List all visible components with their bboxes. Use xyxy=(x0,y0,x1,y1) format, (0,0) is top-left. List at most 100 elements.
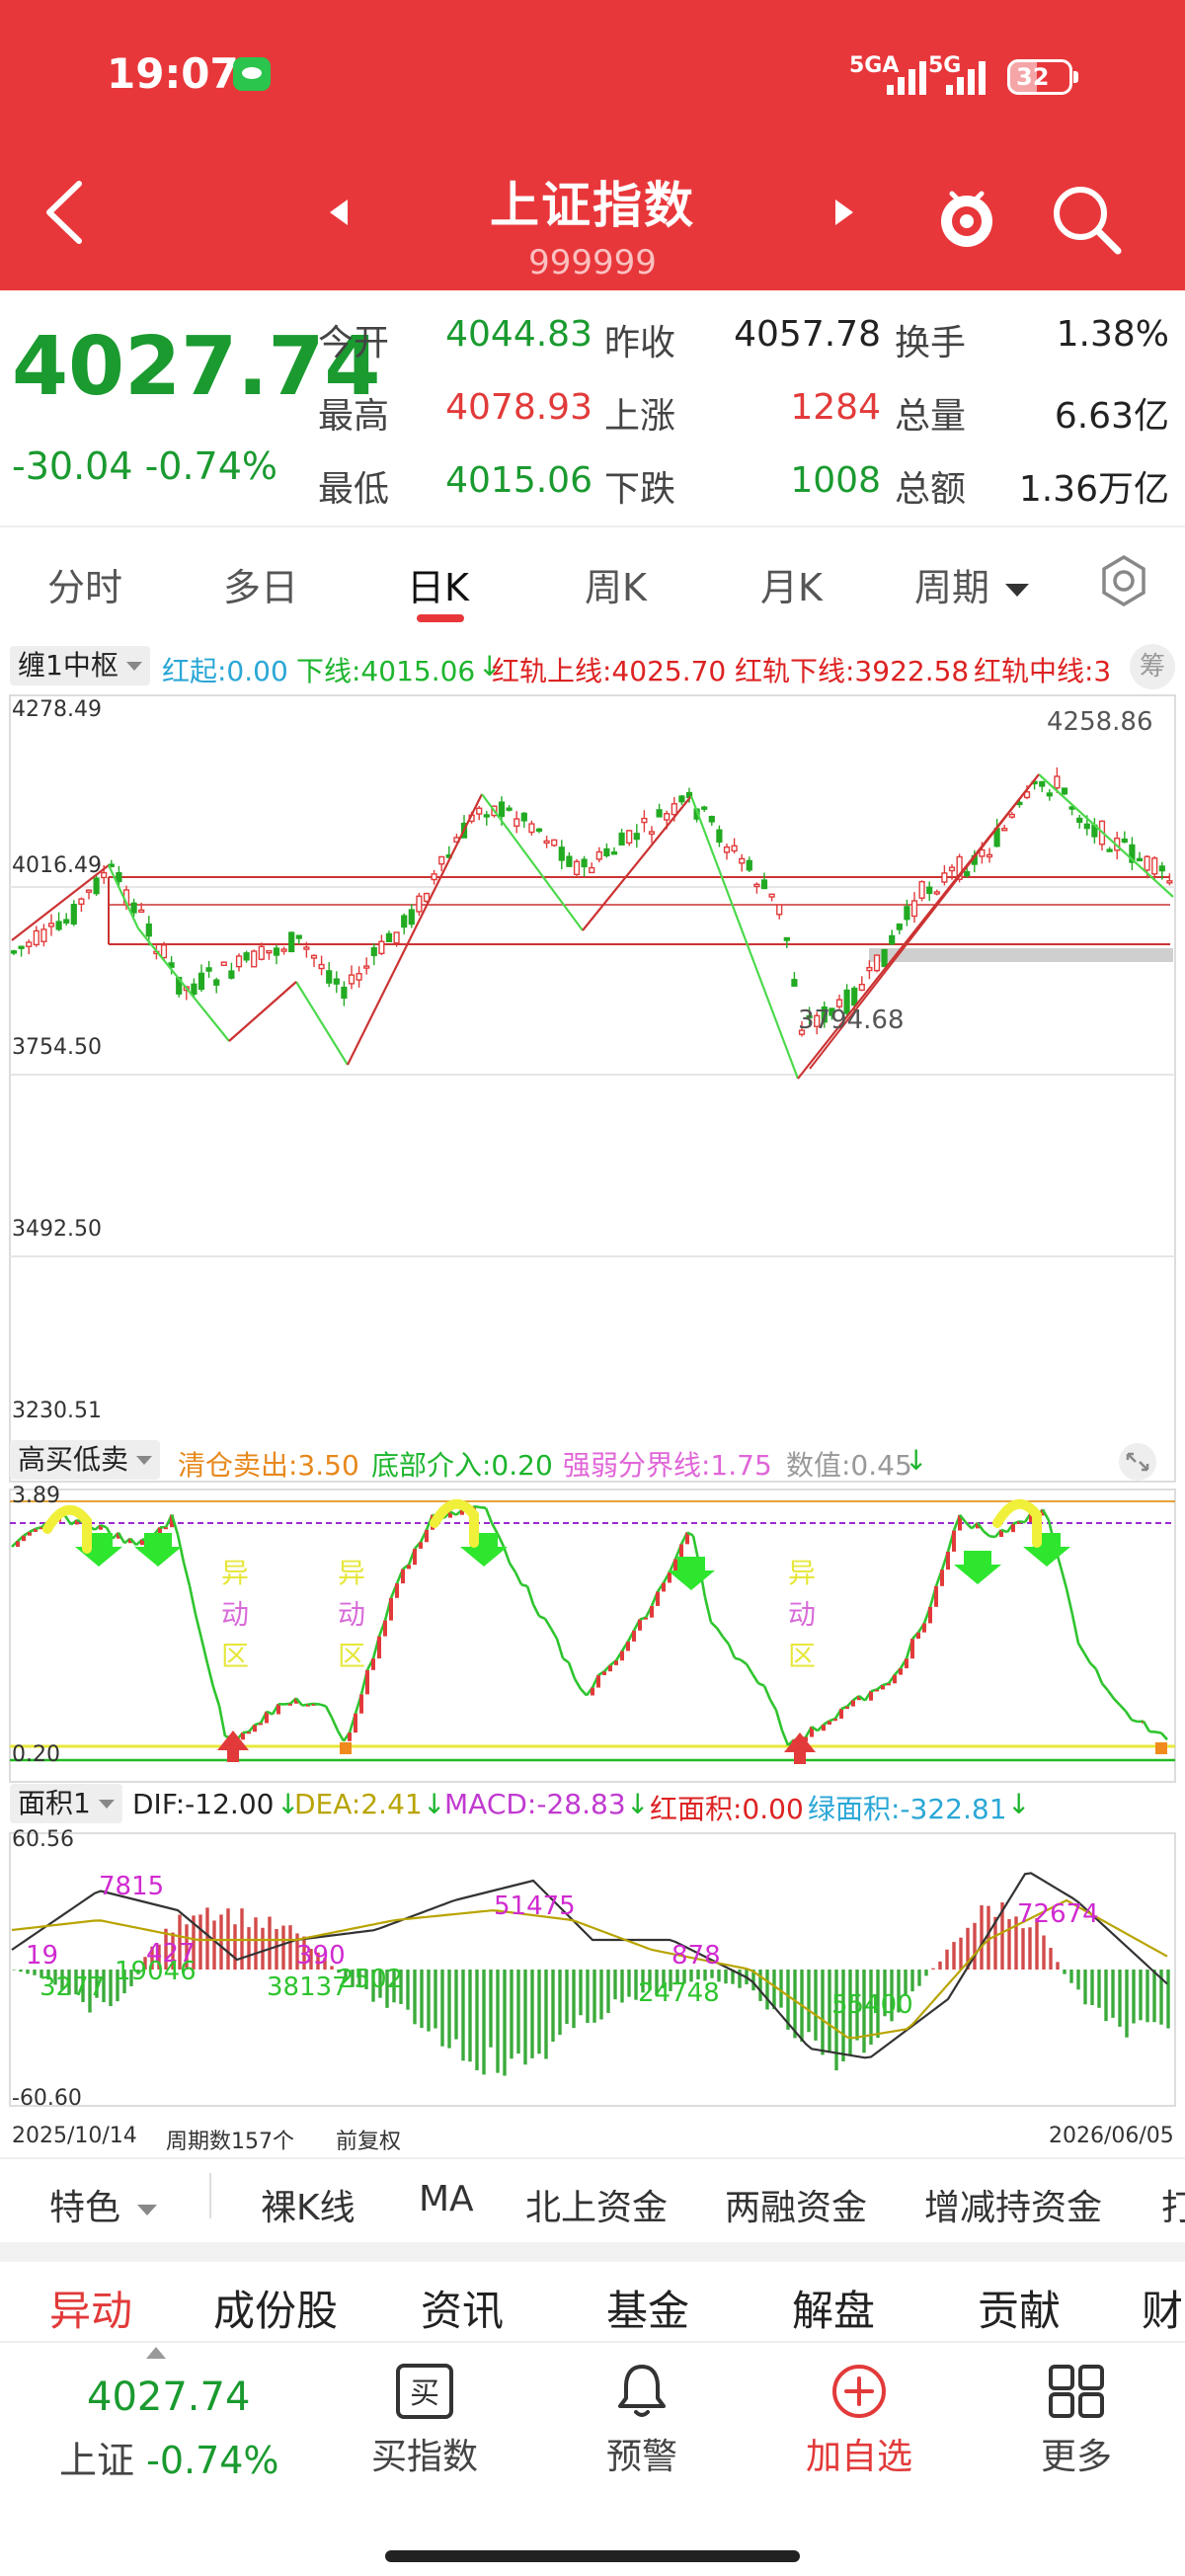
candle xyxy=(866,966,873,972)
macd-area-label: 7815 xyxy=(99,1872,164,1901)
bottom-bar: 4027.74 上证 -0.74% 买 买指数 预警 加自选 更多 xyxy=(0,2341,1185,2576)
grey-band xyxy=(869,948,1173,962)
macd-indicator-select[interactable]: 面积1 xyxy=(10,1784,122,1823)
tab-intraday[interactable]: 分时 xyxy=(47,557,122,611)
oscillator-chart[interactable]: 异动区 异动区 异动区 xyxy=(0,1488,1185,1784)
add-circle-icon xyxy=(832,2365,886,2418)
osc-line xyxy=(313,1702,321,1706)
candle xyxy=(205,967,212,972)
candle xyxy=(881,948,888,968)
candle xyxy=(776,904,783,916)
candle xyxy=(138,909,145,914)
settings-gear-icon[interactable] xyxy=(1096,553,1151,608)
news-tab-analysis[interactable]: 解盘 xyxy=(792,2278,875,2338)
alert-button[interactable]: 预警 xyxy=(563,2363,721,2479)
low-rail-value: 红轨下线:3922.58 xyxy=(735,655,970,687)
main-indicator-select[interactable]: 缠1中枢 xyxy=(10,646,150,685)
feature-ma[interactable]: MA xyxy=(419,2179,474,2219)
feature-more-partial[interactable]: 打 xyxy=(1161,2179,1185,2230)
news-tabs: 异动 成份股 资讯 基金 解盘 贡献 财 xyxy=(0,2262,1185,2341)
osc-line xyxy=(538,1615,546,1620)
osc-rise-bar xyxy=(425,1529,429,1543)
status-time: 19:07 xyxy=(107,49,239,98)
search-icon[interactable] xyxy=(1047,180,1126,259)
caret-icon xyxy=(137,2204,158,2215)
candle xyxy=(716,829,723,844)
osc-rise-bar xyxy=(608,1664,612,1672)
news-tab-constituents[interactable]: 成份股 xyxy=(213,2278,338,2338)
news-tab-funds[interactable]: 基金 xyxy=(606,2278,689,2338)
tab-multi-day[interactable]: 多日 xyxy=(223,557,298,611)
osc-rise-bar xyxy=(591,1687,594,1696)
candle xyxy=(33,929,40,946)
candle xyxy=(926,886,933,895)
tab-monthly-k[interactable]: 月K xyxy=(760,557,823,611)
volatility-zone-label: 异 xyxy=(338,1557,365,1589)
dropdown-caret-icon xyxy=(1005,584,1030,597)
green-area-value: 绿面积:-322.81 xyxy=(808,1793,1007,1825)
candle xyxy=(160,944,168,959)
macd-chart[interactable]: 7815514758787267419 427 390327719046381372… xyxy=(0,1831,1185,2108)
candle xyxy=(63,919,70,924)
tab-daily-k[interactable]: 日K xyxy=(407,557,469,611)
osc-line xyxy=(324,1705,334,1719)
home-indicator[interactable] xyxy=(385,2550,800,2562)
osc-indicator-select[interactable]: 高买低卖 xyxy=(10,1440,161,1480)
candle xyxy=(191,983,198,996)
candle xyxy=(333,978,340,985)
candle xyxy=(889,934,896,945)
candle xyxy=(341,986,348,999)
news-tab-contribution[interactable]: 贡献 xyxy=(978,2278,1061,2338)
volatility-zone-label: 异 xyxy=(221,1557,249,1589)
osc-line xyxy=(1082,1652,1092,1664)
sell-arrow-icon xyxy=(134,1533,182,1567)
osc-line xyxy=(715,1627,725,1638)
osc-rise-bar xyxy=(887,1683,891,1686)
volume-value: 6.63亿 xyxy=(1054,396,1169,437)
candle xyxy=(610,851,618,855)
tab-period[interactable]: 周期 xyxy=(914,557,1030,611)
expand-icon[interactable] xyxy=(1116,1442,1159,1482)
candle xyxy=(595,850,602,860)
low-label: 最低 xyxy=(318,469,390,510)
add-watchlist-button[interactable]: 加自选 xyxy=(780,2363,938,2479)
candlestick-chart[interactable] xyxy=(0,693,1185,1484)
news-tab-movement[interactable]: 异动 xyxy=(49,2278,132,2338)
feature-holding-change[interactable]: 增减持资金 xyxy=(924,2179,1102,2230)
volatility-zone-label: 异 xyxy=(788,1557,816,1589)
feature-naked-k[interactable]: 裸K线 xyxy=(261,2179,356,2230)
chip-distribution-button[interactable]: 筹 xyxy=(1130,644,1175,689)
candle xyxy=(266,949,273,954)
candle xyxy=(280,948,287,952)
macd-area-label: 38137 xyxy=(267,1972,349,2002)
osc-line xyxy=(727,1644,737,1659)
pivot-line xyxy=(228,981,297,1042)
next-stock-icon[interactable] xyxy=(835,200,853,225)
osc-rise-bar xyxy=(910,1639,914,1659)
osc-rise-bar xyxy=(905,1658,908,1669)
start-date: 2025/10/14 xyxy=(12,2124,137,2148)
feature-northbound[interactable]: 北上资金 xyxy=(525,2179,668,2230)
feature-margin[interactable]: 两融资金 xyxy=(725,2179,867,2230)
expand-up-icon[interactable] xyxy=(146,2347,166,2359)
chart-area[interactable]: 缠1中枢 红起:0.00 下线:4015.06 ↓ 红轨上线:4025.70 红… xyxy=(0,636,1185,2157)
feature-special[interactable]: 特色 xyxy=(49,2179,158,2230)
more-button[interactable]: 更多 xyxy=(997,2363,1155,2479)
osc-value: 数值:0.45 xyxy=(786,1449,912,1482)
candle xyxy=(948,866,956,872)
up-rail-value: 红轨上线:4025.70 xyxy=(492,655,727,687)
news-tab-info[interactable]: 资讯 xyxy=(421,2278,504,2338)
adjust-mode[interactable]: 前复权 xyxy=(336,2124,401,2155)
buy-index-button[interactable]: 买 买指数 xyxy=(346,2363,504,2479)
candle xyxy=(251,950,258,968)
candle xyxy=(648,831,656,836)
tab-weekly-k[interactable]: 周K xyxy=(585,557,647,611)
change-percent: -0.74% xyxy=(144,444,278,488)
news-tab-finance-partial[interactable]: 财 xyxy=(1142,2278,1183,2338)
assistant-robot-icon[interactable] xyxy=(932,184,1001,253)
osc-y-bottom: 0.20 xyxy=(12,1742,60,1767)
macd-value: MACD:-28.83 xyxy=(444,1788,626,1820)
osc-rise-bar xyxy=(922,1623,926,1633)
osc-line xyxy=(1076,1643,1086,1654)
buy-index-icon: 买 xyxy=(396,2364,453,2419)
